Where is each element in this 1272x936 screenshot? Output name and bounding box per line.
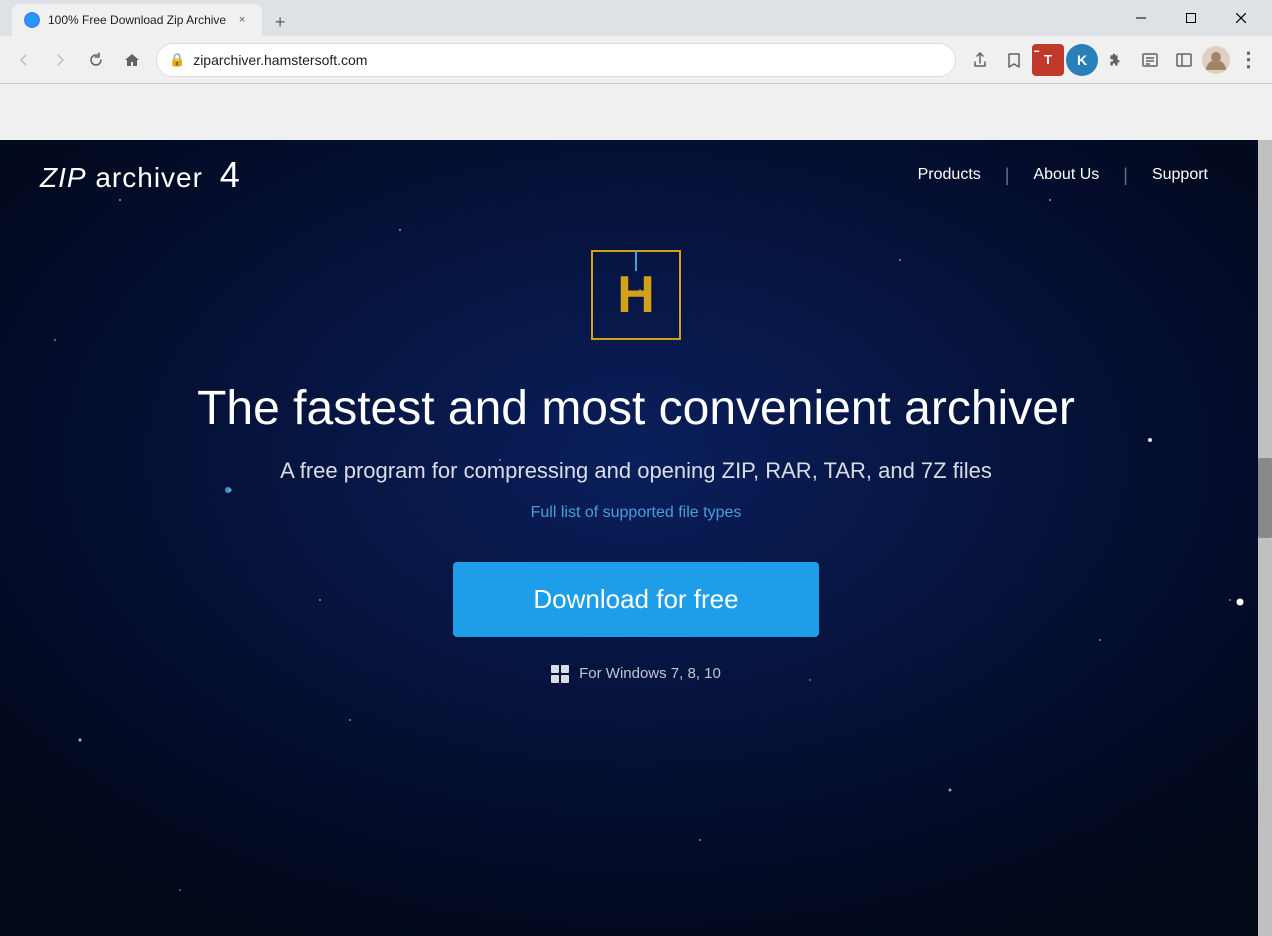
extension-2-icon: K — [1077, 52, 1087, 68]
active-tab[interactable]: 🌐 100% Free Download Zip Archive × — [12, 4, 262, 36]
window-controls — [1118, 0, 1264, 36]
website-content: ZIP archiver 4 Products | About Us | Sup… — [0, 140, 1272, 936]
logo-archiver: archiver — [95, 162, 203, 193]
nav-products[interactable]: Products — [894, 166, 1005, 184]
tab-strip: 🌐 100% Free Download Zip Archive × + — [8, 0, 1114, 36]
extension-2[interactable]: K — [1066, 44, 1098, 76]
address-text: ziparchiver.hamstersoft.com — [193, 52, 943, 68]
new-tab-button[interactable]: + — [266, 8, 294, 36]
chrome-menu-button[interactable]: ⋮ — [1232, 44, 1264, 76]
windows-logo — [551, 665, 569, 683]
tab-title: 100% Free Download Zip Archive — [48, 13, 226, 27]
nav-bar: 🔒 ziparchiver.hamstersoft.com T − K — [0, 36, 1272, 84]
tab-close-button[interactable]: × — [234, 12, 250, 28]
tab-favicon: 🌐 — [24, 12, 40, 28]
forward-button[interactable] — [44, 44, 76, 76]
title-bar: 🌐 100% Free Download Zip Archive × + — [0, 0, 1272, 36]
nav-support[interactable]: Support — [1128, 166, 1232, 184]
share-button[interactable] — [964, 44, 996, 76]
sidebar-toggle[interactable] — [1168, 44, 1200, 76]
windows-icon — [551, 665, 569, 683]
address-bar[interactable]: 🔒 ziparchiver.hamstersoft.com — [156, 43, 956, 77]
nav-links: Products | About Us | Support — [894, 165, 1232, 186]
logo-zip: ZIP — [40, 162, 87, 193]
supported-types-link[interactable]: Full list of supported file types — [531, 504, 742, 522]
profile-button[interactable] — [1202, 46, 1230, 74]
hero-logo-letter: H — [617, 265, 655, 325]
reload-button[interactable] — [80, 44, 112, 76]
security-icon: 🔒 — [169, 52, 185, 68]
site-navigation: ZIP archiver 4 Products | About Us | Sup… — [0, 140, 1272, 210]
scrollbar-thumb[interactable] — [1258, 458, 1272, 538]
windows-text: For Windows 7, 8, 10 — [579, 665, 721, 682]
scrollbar[interactable] — [1258, 140, 1272, 936]
hero-title: The fastest and most convenient archiver — [197, 380, 1075, 438]
back-button[interactable] — [8, 44, 40, 76]
profile-avatar — [1202, 46, 1230, 74]
windows-info: For Windows 7, 8, 10 — [551, 665, 721, 683]
site-logo: ZIP archiver 4 — [40, 154, 241, 196]
extension-1[interactable]: T − — [1032, 44, 1064, 76]
hero-logo-box: H — [591, 250, 681, 340]
home-button[interactable] — [116, 44, 148, 76]
logo-version: 4 — [220, 154, 241, 195]
close-button[interactable] — [1218, 0, 1264, 36]
bookmark-button[interactable] — [998, 44, 1030, 76]
readinglist-button[interactable] — [1134, 44, 1166, 76]
minimize-button[interactable] — [1118, 0, 1164, 36]
extensions-button[interactable] — [1100, 44, 1132, 76]
browser-chrome: 🌐 100% Free Download Zip Archive × + — [0, 0, 1272, 140]
maximize-button[interactable] — [1168, 0, 1214, 36]
download-button[interactable]: Download for free — [453, 562, 818, 637]
nav-about[interactable]: About Us — [1009, 166, 1123, 184]
hero-subtitle: A free program for compressing and openi… — [280, 458, 992, 484]
hero-section: H The fastest and most convenient archiv… — [0, 210, 1272, 683]
browser-actions: T − K ⋮ — [964, 44, 1264, 76]
